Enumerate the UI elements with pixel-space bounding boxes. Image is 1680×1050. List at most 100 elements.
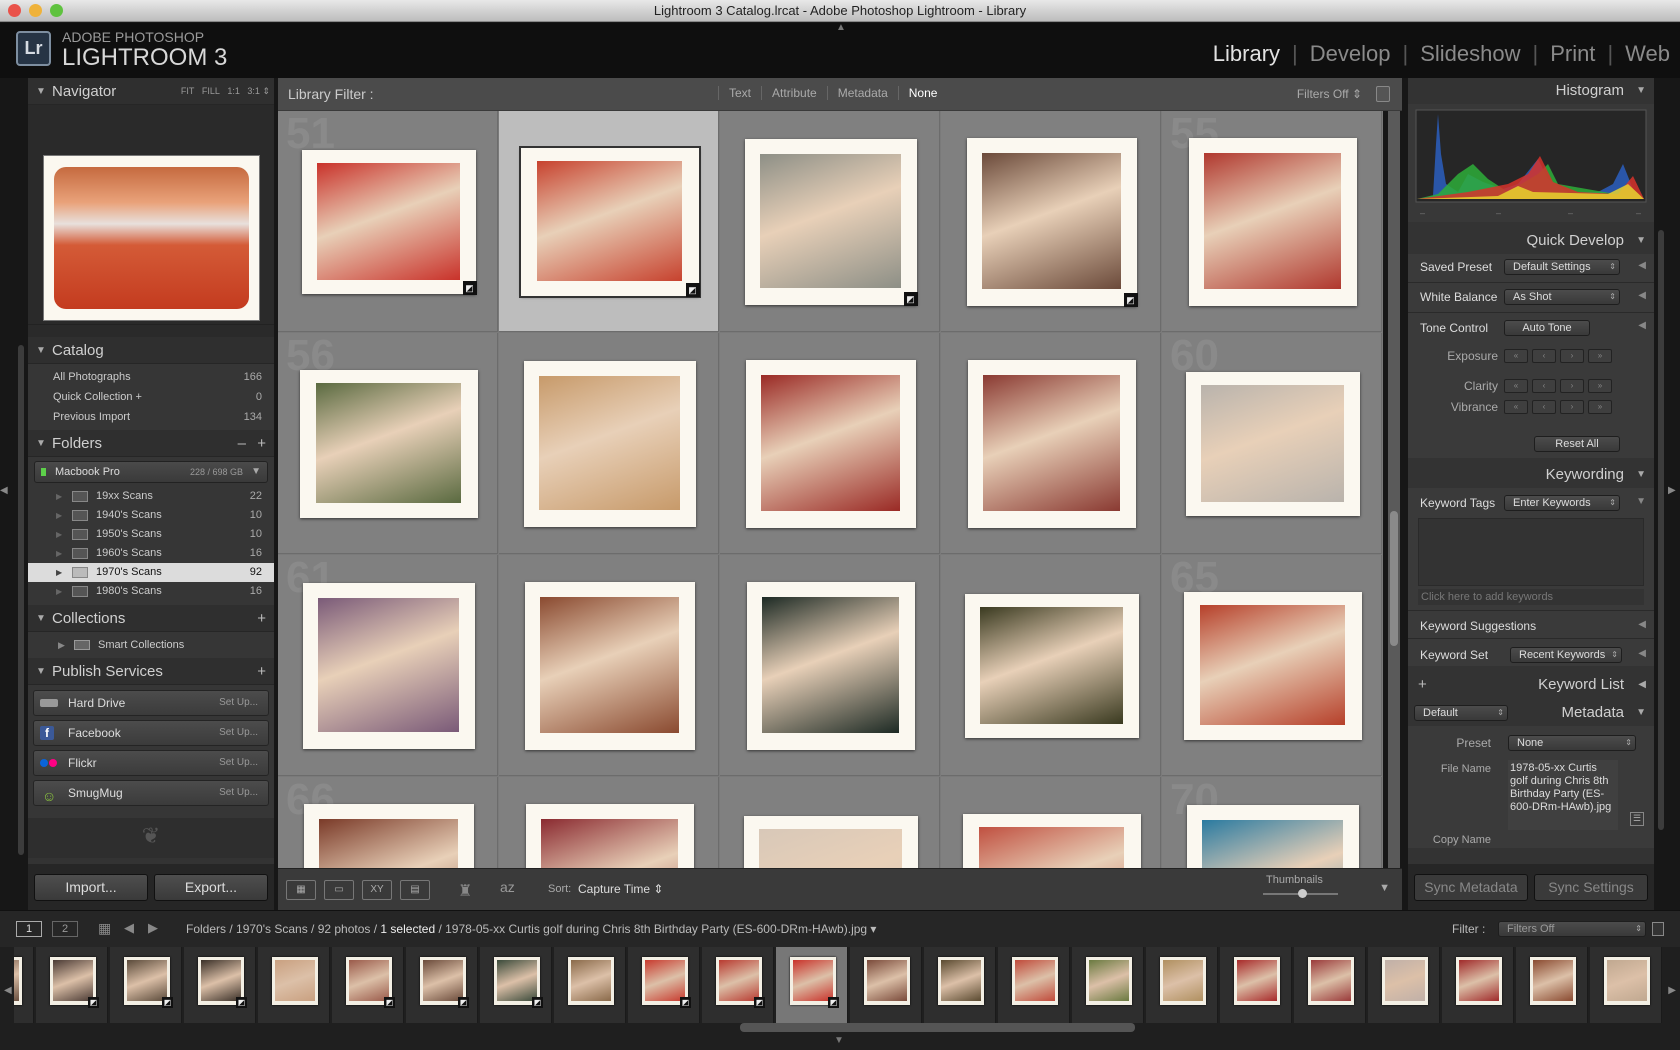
module-library[interactable]: Library xyxy=(1213,41,1280,67)
navigator-preview[interactable] xyxy=(43,155,260,321)
photo-thumbnail[interactable] xyxy=(523,361,696,527)
collapse-section-icon[interactable]: ◀ xyxy=(1638,260,1646,271)
expand-triangle-icon[interactable]: ▶ xyxy=(56,525,62,544)
photo-thumbnail[interactable] xyxy=(299,370,478,518)
filter-tab-none[interactable]: None xyxy=(897,86,948,100)
filmstrip-cell[interactable]: ◩ xyxy=(332,947,404,1023)
collapse-section-icon[interactable]: ▼ xyxy=(1636,496,1646,507)
filmstrip-cell[interactable]: ◩ xyxy=(776,947,848,1023)
expand-triangle-icon[interactable]: ▶ xyxy=(56,506,62,525)
photo-thumbnail[interactable] xyxy=(1185,372,1360,516)
keyword-suggestions-label[interactable]: Keyword Suggestions xyxy=(1420,619,1536,633)
setup-button[interactable]: Set Up... xyxy=(219,781,258,805)
grid-cell[interactable]: ◩ xyxy=(499,111,719,332)
filmstrip-thumbnail[interactable]: ◩ xyxy=(716,957,765,1008)
right-panel-toggle-icon[interactable]: ▶ xyxy=(1668,485,1680,496)
filmstrip-cell[interactable] xyxy=(1590,947,1662,1023)
metadata-header[interactable]: Default ⇕ Metadata ▼ xyxy=(1408,700,1654,726)
filter-tab-metadata[interactable]: Metadata xyxy=(826,86,898,100)
filmstrip-thumbnail[interactable] xyxy=(1530,957,1576,1005)
reset-all-button[interactable]: Reset All xyxy=(1534,436,1620,452)
add-publish-service-button[interactable]: + xyxy=(257,658,266,685)
navigator-header[interactable]: ▼ Navigator FIT FILL 1:1 3:1 ⇕ xyxy=(28,78,274,105)
folders-header[interactable]: ▼ Folders – + xyxy=(28,430,274,457)
filmstrip-thumbnail[interactable] xyxy=(14,957,22,1005)
module-develop[interactable]: Develop xyxy=(1310,41,1391,67)
zoom-1-1[interactable]: 1:1 xyxy=(227,86,240,96)
setup-button[interactable]: Set Up... xyxy=(219,751,258,775)
collapse-section-icon[interactable]: ◀ xyxy=(1638,619,1646,630)
adjust-step-button[interactable]: ‹ xyxy=(1532,400,1556,414)
forward-arrow-icon[interactable]: ▶ xyxy=(148,920,158,936)
filmstrip-thumbnail[interactable] xyxy=(1012,957,1058,1005)
grid-cell[interactable] xyxy=(499,555,719,776)
photo-thumbnail[interactable] xyxy=(967,360,1136,528)
filmstrip-thumbnail[interactable]: ◩ xyxy=(198,957,247,1008)
filmstrip-thumbnail[interactable] xyxy=(1604,957,1650,1005)
photo-thumbnail[interactable] xyxy=(1183,592,1362,740)
photo-thumbnail[interactable] xyxy=(525,804,694,868)
left-panel-scrollbar[interactable] xyxy=(18,345,24,855)
grid-scrollbar[interactable] xyxy=(1388,111,1400,868)
filmstrip-cell[interactable] xyxy=(1072,947,1144,1023)
grid-view-icon[interactable]: ▦ xyxy=(98,920,111,937)
white-balance-select[interactable]: As Shot ⇕ xyxy=(1504,289,1620,305)
filmstrip-thumbnail[interactable]: ◩ xyxy=(790,957,839,1008)
photo-thumbnail[interactable]: ◩ xyxy=(301,150,477,295)
zoom-3-1[interactable]: 3:1 xyxy=(247,86,260,96)
expand-triangle-icon[interactable]: ▶ xyxy=(56,544,62,563)
painter-icon[interactable]: ♜ xyxy=(458,881,472,901)
filmstrip-cell[interactable] xyxy=(850,947,922,1023)
right-panel-scrollbar[interactable] xyxy=(1658,230,1664,830)
filmstrip-thumbnail[interactable]: ◩ xyxy=(494,957,543,1008)
primary-window-button[interactable]: 1 xyxy=(16,921,42,937)
zoom-fit[interactable]: FIT xyxy=(181,86,195,96)
grid-cell[interactable] xyxy=(941,555,1161,776)
filter-preset-select[interactable]: Filters Off ⇕ xyxy=(1297,78,1362,111)
remove-folder-button[interactable]: – xyxy=(238,430,246,457)
filmstrip-cell[interactable] xyxy=(1368,947,1440,1023)
filmstrip-cell[interactable] xyxy=(554,947,626,1023)
filmstrip-cell[interactable] xyxy=(1294,947,1366,1023)
folder-item[interactable]: ▶ 1960's Scans 16 xyxy=(28,544,274,563)
source-path[interactable]: Folders / 1970's Scans / 92 photos / 1 s… xyxy=(186,922,876,936)
filmstrip-thumbnail[interactable] xyxy=(1382,957,1428,1005)
filmstrip-thumbnail[interactable] xyxy=(1456,957,1502,1005)
histogram-header[interactable]: Histogram ▼ xyxy=(1408,78,1654,104)
photo-thumbnail[interactable] xyxy=(964,594,1139,738)
zoom-menu-icon[interactable]: ⇕ xyxy=(262,86,270,96)
setup-button[interactable]: Set Up... xyxy=(219,721,258,745)
collapse-section-icon[interactable]: ◀ xyxy=(1638,648,1646,659)
filmstrip-scroll-right-icon[interactable]: ▶ xyxy=(1668,985,1676,996)
filmstrip-thumbnail[interactable] xyxy=(938,957,984,1005)
grid-cell[interactable] xyxy=(499,777,719,868)
setup-button[interactable]: Set Up... xyxy=(219,691,258,715)
loupe-view-icon[interactable]: ▭ xyxy=(324,880,354,900)
adjust-step-button[interactable]: ‹ xyxy=(1532,349,1556,363)
filmstrip-thumbnail[interactable] xyxy=(1234,957,1280,1005)
filmstrip-scroll-left-icon[interactable]: ◀ xyxy=(4,985,12,996)
filmstrip-thumbnail[interactable]: ◩ xyxy=(642,957,691,1008)
auto-tone-button[interactable]: Auto Tone xyxy=(1504,320,1590,336)
photo-thumbnail[interactable] xyxy=(745,360,916,528)
grid-cell[interactable] xyxy=(720,555,940,776)
grid-cell[interactable]: 66 xyxy=(278,777,498,868)
filmstrip-thumbnail[interactable]: ◩ xyxy=(124,957,173,1008)
grid-cell[interactable]: 60 xyxy=(1162,333,1382,554)
grid-cell[interactable]: ◩ xyxy=(720,111,940,332)
publish-hard-drive[interactable]: Hard Drive Set Up... xyxy=(33,690,269,716)
add-folder-button[interactable]: + xyxy=(257,430,266,457)
adjust-step-button[interactable]: › xyxy=(1560,349,1584,363)
publish-smugmug[interactable]: ☺ SmugMug Set Up... xyxy=(33,780,269,806)
keyword-tags-select[interactable]: Enter Keywords ⇕ xyxy=(1504,495,1620,511)
saved-preset-select[interactable]: Default Settings ⇕ xyxy=(1504,259,1620,275)
filmstrip-thumbnail[interactable]: ◩ xyxy=(50,957,99,1008)
grid-cell[interactable] xyxy=(941,333,1161,554)
folder-item[interactable]: ▶ 1980's Scans 16 xyxy=(28,582,274,601)
catalog-item[interactable]: Previous Import 134 xyxy=(28,407,274,427)
photo-thumbnail[interactable]: ◩ xyxy=(518,146,701,298)
export-button[interactable]: Export... xyxy=(154,874,268,901)
zoom-window-button[interactable] xyxy=(50,4,63,17)
filmstrip-thumbnail[interactable] xyxy=(1160,957,1206,1005)
photo-thumbnail[interactable] xyxy=(303,804,474,868)
